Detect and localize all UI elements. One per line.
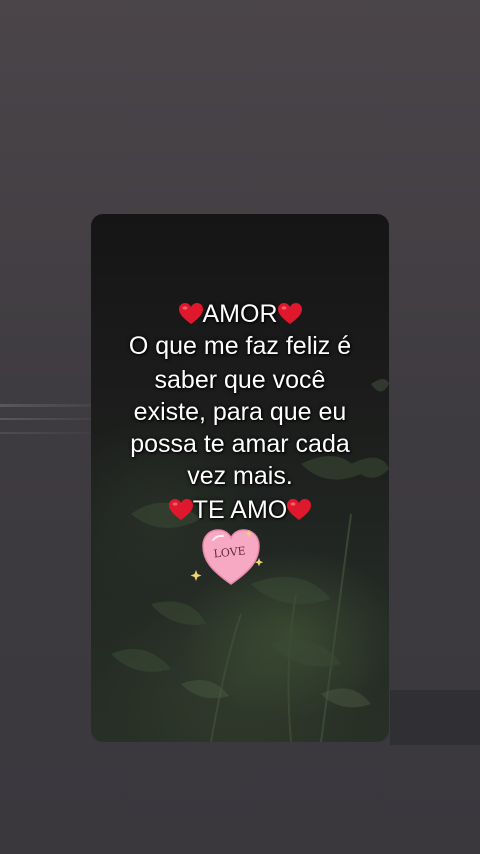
background-shade bbox=[390, 690, 480, 745]
red-heart-icon bbox=[277, 303, 302, 324]
background-streak bbox=[0, 432, 95, 434]
message-line: saber que você bbox=[154, 366, 326, 394]
heading-line: AMOR bbox=[91, 298, 389, 330]
heading-text: AMOR bbox=[202, 300, 278, 328]
message-line: possa te amar cada bbox=[130, 430, 350, 458]
message-line: vez mais. bbox=[187, 462, 293, 490]
message-card: AMOR O que me faz feliz é saber que você… bbox=[91, 214, 389, 742]
message-line: existe, para que eu bbox=[133, 398, 347, 426]
love-heart-sticker-icon: LOVE bbox=[190, 529, 264, 585]
red-heart-icon bbox=[178, 303, 203, 324]
red-heart-icon bbox=[287, 499, 312, 520]
background-streak bbox=[0, 418, 100, 420]
message-line: O que me faz feliz é bbox=[128, 332, 352, 360]
